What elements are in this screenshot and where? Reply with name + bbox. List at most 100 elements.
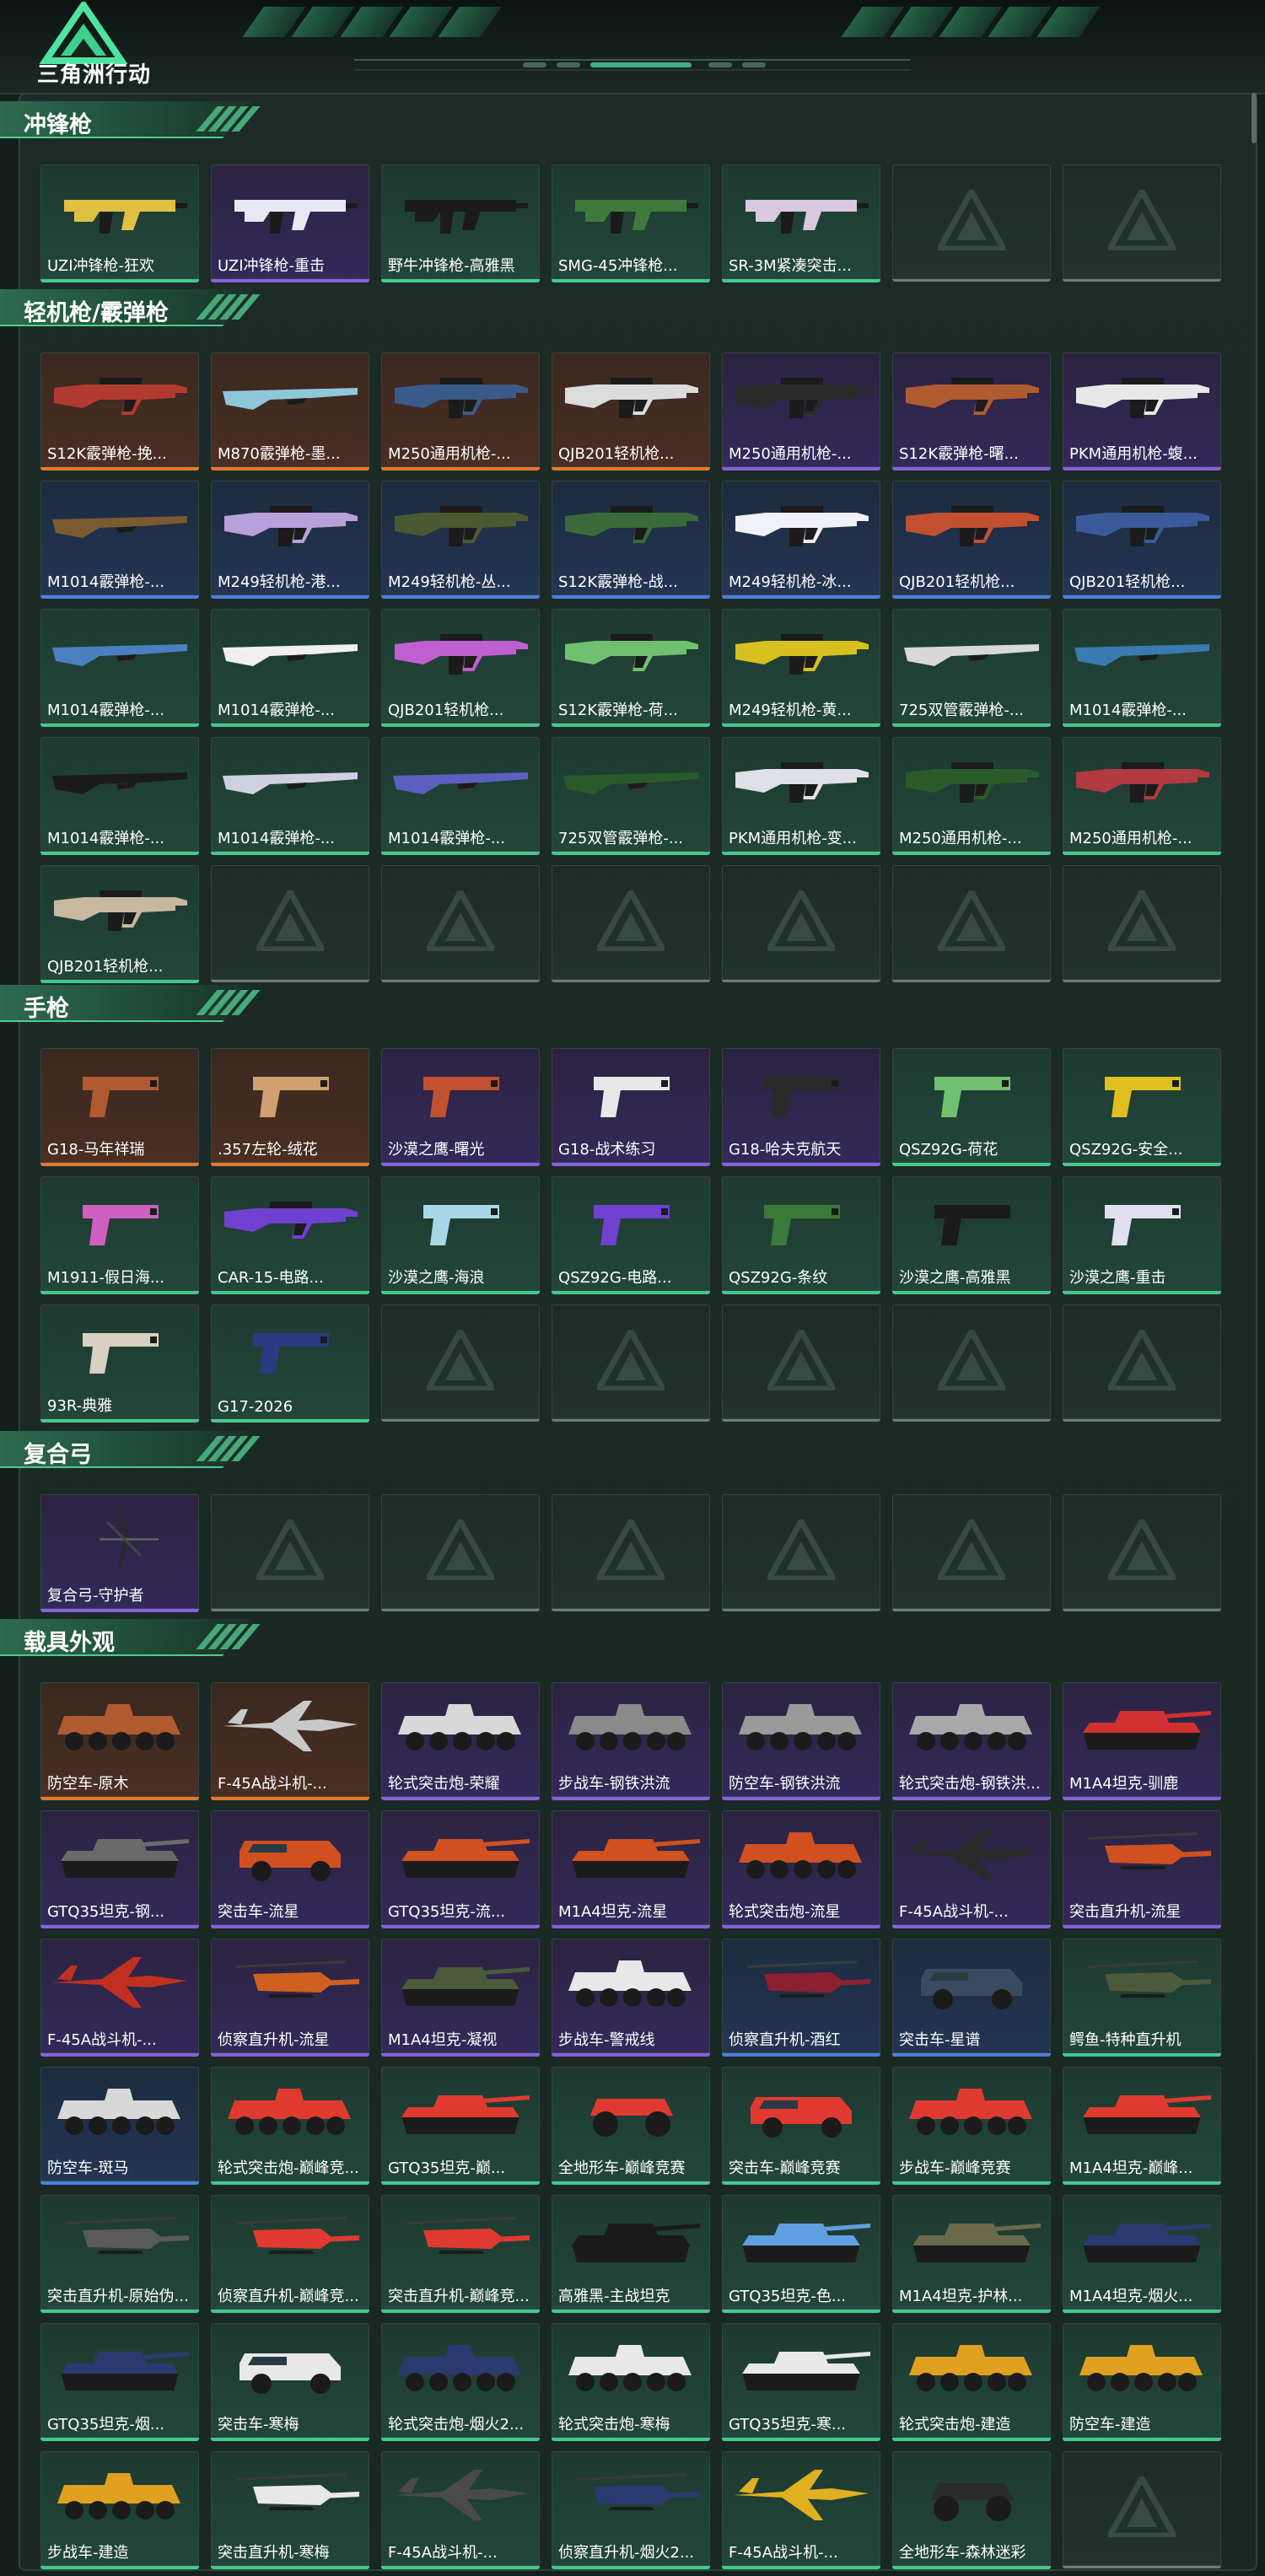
item-card[interactable]: 防空车-原木 <box>40 1682 199 1800</box>
item-card[interactable]: 步战车-建造 <box>40 2451 199 2569</box>
item-card[interactable]: M1A4坦克-凝视 <box>381 1939 540 2057</box>
item-card[interactable]: F-45A战斗机-... <box>722 2451 880 2569</box>
item-card[interactable]: M1A4坦克-烟火... <box>1063 2195 1221 2313</box>
item-card[interactable]: GTQ35坦克-钢... <box>40 1810 199 1928</box>
item-card[interactable]: PKM通用机枪-变... <box>722 737 880 855</box>
item-card[interactable]: M1A4坦克-驯鹿 <box>1063 1682 1221 1800</box>
item-card[interactable]: 防空车-建造 <box>1063 2323 1221 2441</box>
item-card[interactable]: QJB201轻机枪... <box>892 481 1051 599</box>
item-card[interactable]: 轮式突击炮-巅峰竞... <box>211 2067 369 2185</box>
item-card[interactable]: QSZ92G-荷花 <box>892 1048 1051 1166</box>
item-card[interactable]: M250通用机枪-... <box>1063 737 1221 855</box>
item-card[interactable]: GTQ35坦克-寒... <box>722 2323 880 2441</box>
item-card[interactable]: 防空车-斑马 <box>40 2067 199 2185</box>
item-card[interactable]: 725双管霰弹枪-... <box>552 737 710 855</box>
scrollbar[interactable] <box>1252 93 1257 143</box>
item-card[interactable]: 轮式突击炮-钢铁洪... <box>892 1682 1051 1800</box>
item-card[interactable]: GTQ35坦克-流... <box>381 1810 540 1928</box>
item-card[interactable]: 突击车-寒梅 <box>211 2323 369 2441</box>
item-card[interactable]: S12K霰弹枪-挽... <box>40 352 199 471</box>
item-card[interactable]: 侦察直升机-烟火2... <box>552 2451 710 2569</box>
item-card[interactable]: QSZ92G-条纹 <box>722 1176 880 1294</box>
item-card[interactable]: 野牛冲锋枪-高雅黑 <box>381 164 540 282</box>
item-card[interactable]: M249轻机枪-黄... <box>722 609 880 727</box>
item-card[interactable]: M249轻机枪-丛... <box>381 481 540 599</box>
item-card[interactable]: QSZ92G-电路... <box>552 1176 710 1294</box>
item-card[interactable]: G18-战术练习 <box>552 1048 710 1166</box>
item-card[interactable]: M1A4坦克-流星 <box>552 1810 710 1928</box>
item-card[interactable]: GTQ35坦克-色... <box>722 2195 880 2313</box>
item-card[interactable]: 轮式突击炮-流星 <box>722 1810 880 1928</box>
item-card[interactable]: UZI冲锋枪-狂欢 <box>40 164 199 282</box>
item-card[interactable]: 侦察直升机-巅峰竞... <box>211 2195 369 2313</box>
item-card[interactable]: M1911-假日海... <box>40 1176 199 1294</box>
item-card[interactable]: 轮式突击炮-建造 <box>892 2323 1051 2441</box>
item-card[interactable]: SMG-45冲锋枪... <box>552 164 710 282</box>
item-card[interactable]: UZI冲锋枪-重击 <box>211 164 369 282</box>
item-card[interactable]: 侦察直升机-流星 <box>211 1939 369 2057</box>
item-card[interactable]: M1014霰弹枪-... <box>381 737 540 855</box>
item-card[interactable]: M1014霰弹枪-... <box>40 609 199 727</box>
item-card[interactable]: 轮式突击炮-烟火2... <box>381 2323 540 2441</box>
item-card[interactable]: 突击直升机-流星 <box>1063 1810 1221 1928</box>
item-card[interactable]: QJB201轻机枪... <box>381 609 540 727</box>
item-card[interactable]: 步战车-钢铁洪流 <box>552 1682 710 1800</box>
item-card[interactable]: M249轻机枪-港... <box>211 481 369 599</box>
item-card[interactable]: 突击直升机-原始伪... <box>40 2195 199 2313</box>
item-card[interactable]: CAR-15-电路... <box>211 1176 369 1294</box>
item-card[interactable]: PKM通用机枪-蝮... <box>1063 352 1221 471</box>
item-card[interactable]: 轮式突击炮-荣耀 <box>381 1682 540 1800</box>
item-card[interactable]: 步战车-巅峰竞赛 <box>892 2067 1051 2185</box>
item-card[interactable]: 鳄鱼-特种直升机 <box>1063 1939 1221 2057</box>
item-card[interactable]: 93R-典雅 <box>40 1304 199 1422</box>
item-card[interactable]: M870霰弹枪-墨... <box>211 352 369 471</box>
item-card[interactable]: M250通用机枪-... <box>892 737 1051 855</box>
item-card[interactable]: QJB201轻机枪... <box>40 865 199 983</box>
item-card[interactable]: 突击直升机-寒梅 <box>211 2451 369 2569</box>
item-card[interactable]: G17-2026 <box>211 1304 369 1422</box>
item-card[interactable]: 轮式突击炮-寒梅 <box>552 2323 710 2441</box>
item-card[interactable]: 突击直升机-巅峰竞... <box>381 2195 540 2313</box>
item-card[interactable]: 步战车-警戒线 <box>552 1939 710 2057</box>
item-card[interactable]: QSZ92G-安全... <box>1063 1048 1221 1166</box>
item-card[interactable]: M1014霰弹枪-... <box>1063 609 1221 727</box>
item-card[interactable]: 沙漠之鹰-高雅黑 <box>892 1176 1051 1294</box>
item-card[interactable]: M1014霰弹枪-... <box>211 609 369 727</box>
item-card[interactable]: 高雅黑-主战坦克 <box>552 2195 710 2313</box>
item-card[interactable]: M250通用机枪-... <box>722 352 880 471</box>
item-card[interactable]: 沙漠之鹰-曙光 <box>381 1048 540 1166</box>
item-card[interactable]: S12K霰弹枪-曙... <box>892 352 1051 471</box>
item-card[interactable]: S12K霰弹枪-战... <box>552 481 710 599</box>
item-card[interactable]: 突击车-流星 <box>211 1810 369 1928</box>
item-card[interactable]: 突击车-巅峰竞赛 <box>722 2067 880 2185</box>
item-card[interactable]: F-45A战斗机-... <box>381 2451 540 2569</box>
item-card[interactable]: GTQ35坦克-烟... <box>40 2323 199 2441</box>
item-card[interactable]: F-45A战斗机-... <box>892 1810 1051 1928</box>
item-card[interactable]: SR-3M紧凑突击... <box>722 164 880 282</box>
item-card[interactable]: 沙漠之鹰-重击 <box>1063 1176 1221 1294</box>
item-card[interactable]: 防空车-钢铁洪流 <box>722 1682 880 1800</box>
item-card[interactable]: F-45A战斗机-... <box>40 1939 199 2057</box>
item-card[interactable]: G18-哈夫克航天 <box>722 1048 880 1166</box>
item-card[interactable]: M1014霰弹枪-... <box>40 737 199 855</box>
item-card[interactable]: GTQ35坦克-巅... <box>381 2067 540 2185</box>
item-card[interactable]: .357左轮-绒花 <box>211 1048 369 1166</box>
item-card[interactable]: 725双管霰弹枪-... <box>892 609 1051 727</box>
item-card[interactable]: 侦察直升机-酒红 <box>722 1939 880 2057</box>
item-card[interactable]: QJB201轻机枪... <box>552 352 710 471</box>
item-card[interactable]: 突击车-星谱 <box>892 1939 1051 2057</box>
item-card[interactable]: M249轻机枪-冰... <box>722 481 880 599</box>
item-card[interactable]: 全地形车-森林迷彩 <box>892 2451 1051 2569</box>
item-card[interactable]: M1A4坦克-巅峰... <box>1063 2067 1221 2185</box>
item-card[interactable]: M250通用机枪-... <box>381 352 540 471</box>
item-card[interactable]: F-45A战斗机-... <box>211 1682 369 1800</box>
item-card[interactable]: 全地形车-巅峰竞赛 <box>552 2067 710 2185</box>
item-card[interactable]: 复合弓-守护者 <box>40 1494 199 1612</box>
item-card[interactable]: G18-马年祥瑞 <box>40 1048 199 1166</box>
item-card[interactable]: S12K霰弹枪-荷... <box>552 609 710 727</box>
item-card[interactable]: QJB201轻机枪... <box>1063 481 1221 599</box>
item-card[interactable]: M1014霰弹枪-... <box>211 737 369 855</box>
item-card[interactable]: 沙漠之鹰-海浪 <box>381 1176 540 1294</box>
item-card[interactable]: M1014霰弹枪-... <box>40 481 199 599</box>
item-card[interactable]: M1A4坦克-护林... <box>892 2195 1051 2313</box>
